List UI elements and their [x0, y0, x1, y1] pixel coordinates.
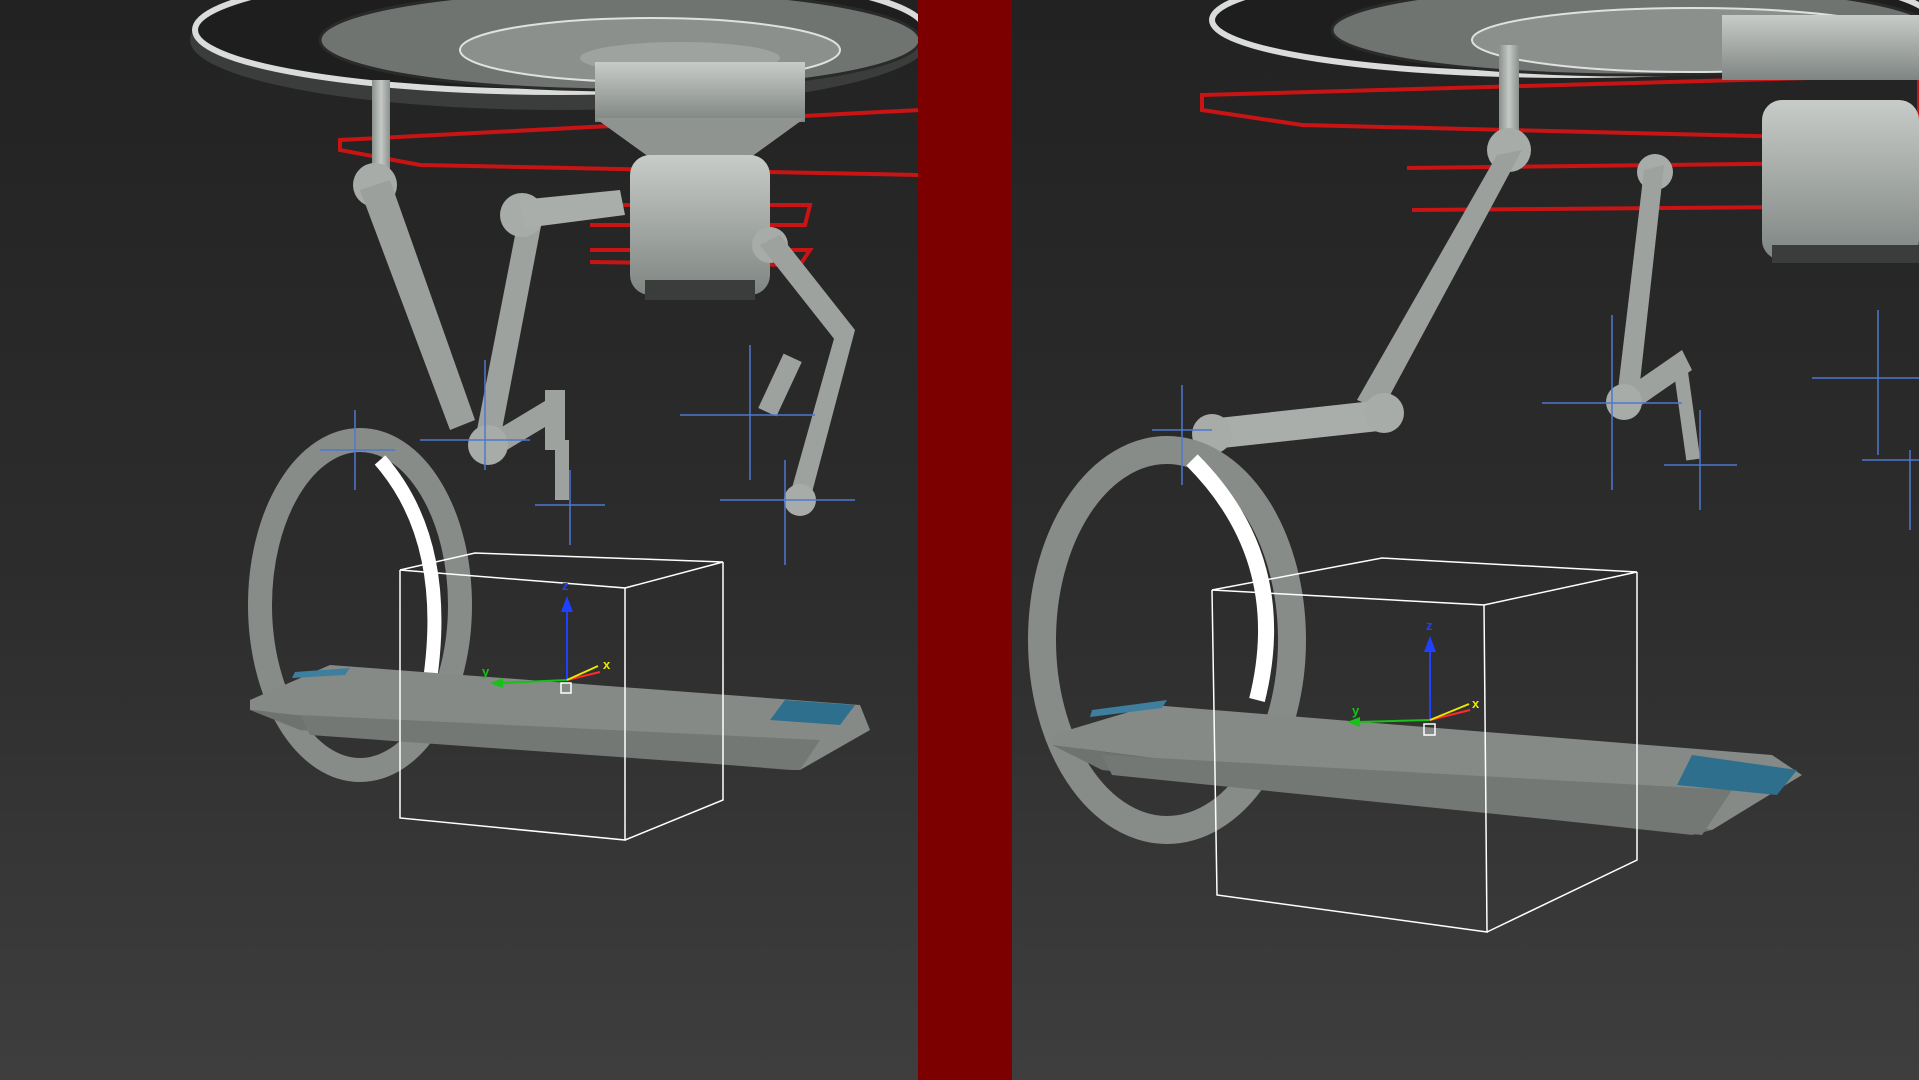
viewport-divider	[918, 0, 1012, 1080]
gizmo-z-label: z	[1426, 618, 1433, 633]
transform-gizmo[interactable]: x y z	[1347, 618, 1480, 736]
robot-arm-1-model[interactable]	[1192, 45, 1531, 454]
transform-gizmo[interactable]: x y z	[482, 578, 611, 694]
viewport-right[interactable]: x y z	[1012, 0, 1919, 1080]
gizmo-y-label: y	[1352, 703, 1360, 718]
gizmo-z-label: z	[562, 578, 569, 593]
viewport-left-scene[interactable]: x y z	[0, 0, 918, 1080]
gizmo-y-label: y	[482, 664, 490, 679]
ceiling-mount-model[interactable]	[190, 0, 918, 110]
gizmo-x-label: x	[1472, 696, 1480, 711]
gizmo-x-label: x	[603, 657, 611, 672]
hub-cylinder-model[interactable]	[1722, 15, 1919, 263]
viewport-right-scene[interactable]: x y z	[1012, 0, 1919, 1080]
viewport-left[interactable]: x y z	[0, 0, 918, 1080]
robot-arm-2-model[interactable]	[1606, 154, 1701, 461]
